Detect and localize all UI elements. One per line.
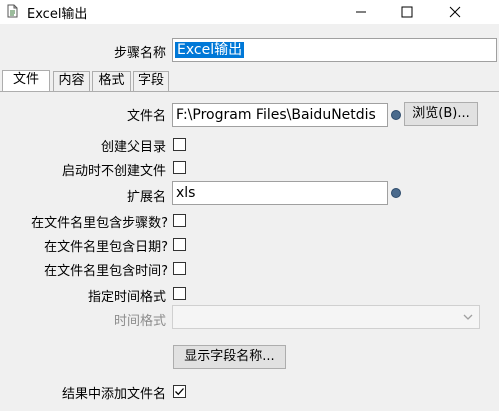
no-create-on-start-label: 启动时不创建文件 xyxy=(61,164,166,179)
minimize-button[interactable] xyxy=(338,0,384,24)
show-field-names-button[interactable]: 显示字段名称... xyxy=(173,345,286,369)
step-name-input[interactable]: Excel输出 xyxy=(172,38,497,62)
filename-label: 文件名 xyxy=(126,109,166,124)
create-parent-checkbox[interactable] xyxy=(173,138,186,151)
chevron-down-icon xyxy=(463,314,473,320)
specify-time-format-label: 指定时间格式 xyxy=(87,290,166,305)
include-step-checkbox[interactable] xyxy=(173,214,186,227)
step-name-label: 步骤名称 xyxy=(113,46,166,61)
variable-icon xyxy=(391,110,401,120)
include-step-label: 在文件名里包含步骤数? xyxy=(31,216,168,231)
specify-time-format-checkbox[interactable] xyxy=(173,287,186,300)
close-icon xyxy=(449,6,461,18)
app-icon xyxy=(7,4,18,18)
variable-icon xyxy=(391,188,401,198)
browse-button[interactable]: 浏览(B)... xyxy=(404,102,478,126)
extension-input[interactable]: xls xyxy=(172,181,388,205)
time-format-select[interactable] xyxy=(172,305,480,329)
checkmark-icon xyxy=(175,388,184,396)
extension-label: 扩展名 xyxy=(126,190,166,205)
filename-value: F:\Program Files\BaiduNetdis xyxy=(176,107,376,123)
tab-format[interactable]: 格式 xyxy=(92,71,131,91)
include-date-checkbox[interactable] xyxy=(173,238,186,251)
include-date-label: 在文件名里包含日期? xyxy=(44,240,168,255)
maximize-icon xyxy=(401,6,413,18)
minimize-icon xyxy=(356,11,366,13)
filename-input[interactable]: F:\Program Files\BaiduNetdis xyxy=(172,103,388,127)
tab-fields[interactable]: 字段 xyxy=(133,71,169,91)
no-create-on-start-checkbox[interactable] xyxy=(173,161,186,174)
tab-file[interactable]: 文件 xyxy=(2,70,50,92)
window-title: Excel输出 xyxy=(27,7,88,22)
create-parent-label: 创建父目录 xyxy=(100,140,166,155)
include-time-label: 在文件名里包含时间? xyxy=(44,264,168,279)
tab-content[interactable]: 内容 xyxy=(53,71,90,91)
close-button[interactable] xyxy=(432,0,478,24)
title-bar: Excel输出 xyxy=(0,0,499,24)
maximize-button[interactable] xyxy=(384,0,430,24)
extension-value: xls xyxy=(176,185,196,201)
include-time-checkbox[interactable] xyxy=(173,262,186,275)
add-filename-checkbox[interactable] xyxy=(173,385,186,398)
time-format-label: 时间格式 xyxy=(113,314,166,329)
add-filename-label: 结果中添加文件名 xyxy=(61,387,166,402)
step-name-value: Excel输出 xyxy=(175,42,245,58)
